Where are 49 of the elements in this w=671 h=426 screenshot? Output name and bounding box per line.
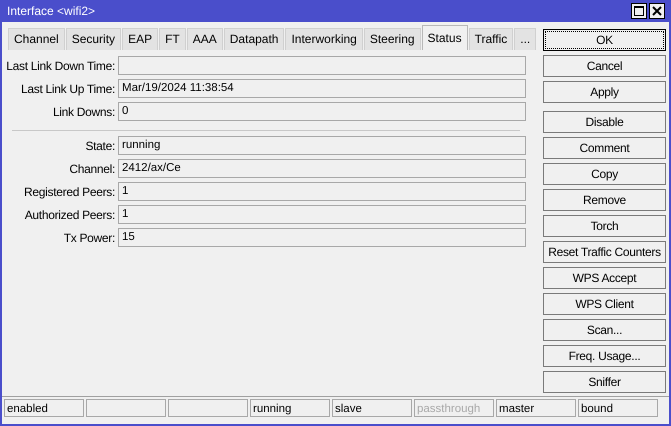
value-field: 1	[118, 205, 526, 224]
status-cell: slave	[332, 399, 412, 417]
tab[interactable]: FT	[159, 28, 186, 50]
field-label: Authorized Peers:	[24, 208, 115, 222]
button[interactable]: Freq. Usage...	[543, 345, 666, 367]
tab[interactable]: Security	[66, 28, 122, 50]
button[interactable]: WPS Accept	[543, 267, 666, 289]
tab[interactable]: EAP	[122, 28, 158, 50]
value-field: 15	[118, 228, 526, 247]
button[interactable]: Copy	[543, 163, 666, 185]
value-field: 0	[118, 102, 526, 121]
field-label: Tx Power:	[62, 230, 115, 244]
tab[interactable]: Steering	[364, 28, 421, 50]
button[interactable]: Scan...	[543, 319, 666, 341]
value-field: Mar/19/2024 11:38:54	[118, 79, 526, 98]
tab[interactable]: Datapath	[224, 28, 284, 50]
status-cell: running	[250, 399, 330, 417]
tab[interactable]: Status	[422, 25, 468, 50]
button[interactable]: Apply	[543, 81, 666, 103]
button[interactable]: Comment	[543, 137, 666, 159]
button[interactable]: Sniffer	[543, 371, 666, 393]
button[interactable]: Reset Traffic Counters	[543, 241, 666, 263]
status-cell: master	[496, 399, 576, 417]
status-cell: passthrough	[414, 399, 494, 417]
button[interactable]: Disable	[543, 111, 666, 133]
tab[interactable]: Traffic	[468, 28, 514, 50]
field-label: Last Link Down Time:	[6, 58, 115, 72]
button[interactable]: OK	[543, 29, 666, 51]
window-title: Interface <wifi2>	[7, 4, 96, 18]
value-field: 2412/ax/Ce	[118, 159, 526, 178]
tab[interactable]: ...	[514, 28, 536, 50]
value-field: 1	[118, 182, 526, 201]
field-label: Channel:	[68, 162, 115, 176]
button[interactable]: WPS Client	[543, 293, 666, 315]
status-cell: bound	[578, 399, 658, 417]
tab[interactable]: Interworking	[285, 28, 363, 50]
field-label: State:	[84, 138, 115, 152]
value-field: running	[118, 136, 526, 155]
field-label: Link Downs:	[52, 104, 115, 118]
field-label: Registered Peers:	[23, 184, 115, 198]
tab[interactable]: Channel	[8, 28, 65, 50]
button[interactable]: Torch	[543, 215, 666, 237]
tab[interactable]: AAA	[186, 28, 223, 50]
close-icon[interactable]	[649, 3, 665, 19]
maximize-icon[interactable]	[631, 3, 647, 19]
status-cell: enabled	[4, 399, 84, 417]
button[interactable]: Cancel	[543, 55, 666, 77]
field-label: Last Link Up Time:	[20, 82, 115, 96]
button[interactable]: Remove	[543, 189, 666, 211]
